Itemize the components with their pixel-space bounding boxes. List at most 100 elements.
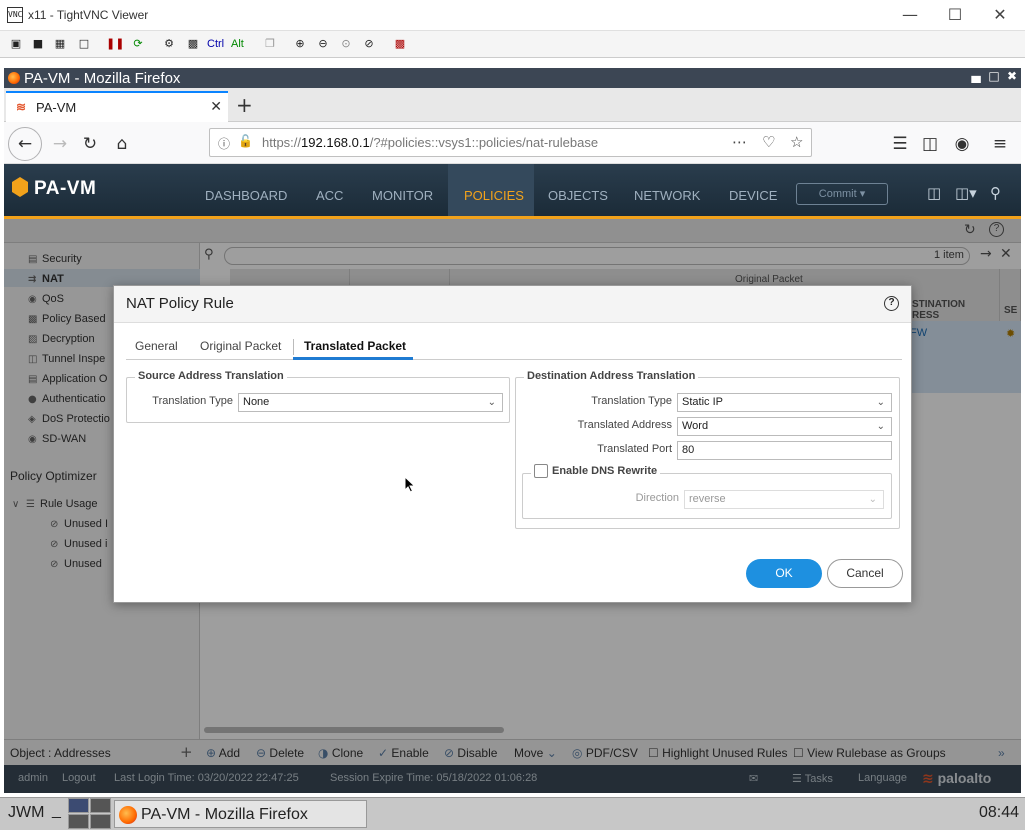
page-actions-icon[interactable]: ⋯ [732,133,747,151]
firefox-titlebar: PA-VM - Mozilla Firefox ▄ □ ✖ [4,68,1021,88]
minimize-window-button[interactable]: — [895,4,925,26]
ctrl-key-button[interactable]: Ctrl [207,36,224,52]
firefox-maximize-button[interactable]: □ [986,69,1002,83]
ok-button[interactable]: OK [746,559,822,588]
tab-translated-packet[interactable]: Translated Packet [304,339,406,353]
tab-general[interactable]: General [135,339,178,353]
vnc-app-icon: VNC [7,7,23,23]
insecure-lock-icon[interactable]: 🔓 [238,134,253,148]
pa-logo-icon [12,177,28,197]
tab-separator [293,339,294,355]
taskbar: JWM _ PA-VM - Mozilla Firefox 08:44 [0,797,1025,830]
close-window-button[interactable]: ✕ [985,4,1015,26]
paloalto-favicon-icon: ≋ [16,100,27,114]
url-text: https://192.168.0.1/?#policies::vsys1::p… [262,135,599,150]
taskbar-item-label: PA-VM - Mozilla Firefox [141,806,308,823]
nav-network[interactable]: NETWORK [634,188,700,203]
clock: 08:44 [978,804,1019,821]
dialog-header: NAT Policy Rule ? [114,286,911,323]
sidebar-icon[interactable]: ◫ [916,130,944,158]
pause-icon[interactable]: ❚❚ [106,36,124,52]
new-connection-icon[interactable]: ▣ [7,36,25,52]
workspace-1[interactable] [68,798,89,813]
maximize-window-button[interactable]: ☐ [940,4,970,26]
workspace-2[interactable] [90,798,111,813]
translated-port-label: Translated Port [597,443,672,455]
taskbar-firefox-item[interactable]: PA-VM - Mozilla Firefox [114,800,367,828]
save-icon[interactable]: ■ [29,36,47,52]
show-desktop-button[interactable]: _ [52,802,61,820]
help-icon[interactable]: ? [884,296,899,311]
ctrl-alt-del-icon[interactable]: ⚙ [160,36,178,52]
reload-button[interactable]: ↻ [76,130,104,158]
zoom-in-icon[interactable]: ⊕ [291,36,309,52]
chevron-down-icon: ⌄ [876,421,885,432]
dns-rewrite-group: Enable DNS Rewrite Direction reverse ⌄ [522,464,892,519]
source-translation-type-select[interactable]: None ⌄ [238,393,503,412]
menu-icon[interactable]: ≡ [986,130,1014,158]
commit-button[interactable]: Commit ▾ [796,183,888,205]
destination-translation-type-value: Static IP [682,396,723,408]
enable-dns-rewrite-checkbox[interactable] [534,464,548,478]
nav-policies[interactable]: POLICIES [464,188,524,203]
clipboard-icon[interactable]: ❐ [261,36,279,52]
alt-key-button[interactable]: Alt [231,36,244,52]
nav-dashboard[interactable]: DASHBOARD [205,188,287,203]
firefox-minimize-button[interactable]: ▄ [968,69,984,83]
new-tab-button[interactable]: + [236,93,253,117]
nav-acc[interactable]: ACC [316,188,343,203]
destination-translation-type-select[interactable]: Static IP ⌄ [677,393,892,412]
mouse-cursor-icon [404,476,416,493]
cancel-button[interactable]: Cancel [827,559,903,588]
workspace-3[interactable] [68,814,89,829]
close-tab-icon[interactable]: ✕ [210,99,222,115]
zoom-fit-icon[interactable]: ⊘ [360,36,378,52]
tab-original-packet[interactable]: Original Packet [200,339,281,353]
destination-address-translation-group: Destination Address Translation Translat… [515,370,900,529]
info-icon[interactable]: □ [75,36,93,52]
translated-address-select[interactable]: Word ⌄ [677,417,892,436]
refresh-icon[interactable]: ⟳ [129,36,147,52]
options-icon[interactable]: ▦ [51,36,69,52]
pocket-icon[interactable]: ♡ [762,133,775,151]
save-config-icon[interactable]: ◫▾ [955,184,977,202]
bookmark-star-icon[interactable]: ☆ [790,133,803,151]
firefox-navbar: ← → ↻ ⌂ ⓘ 🔓 https://192.168.0.1/?#polici… [4,122,1021,164]
dns-rewrite-legend: Enable DNS Rewrite [531,464,661,478]
translated-port-input[interactable]: 80 [677,441,892,460]
firefox-close-button[interactable]: ✖ [1004,69,1020,83]
site-info-icon[interactable]: ⓘ [218,135,230,152]
direction-value: reverse [689,493,726,505]
account-icon[interactable]: ◉ [948,130,976,158]
direction-select[interactable]: reverse ⌄ [684,490,884,509]
zoom-out-icon[interactable]: ⊖ [314,36,332,52]
zoom-100-icon[interactable]: ⊙ [337,36,355,52]
destination-translation-type-label: Translation Type [591,395,672,407]
search-icon[interactable]: ⚲ [990,184,1001,202]
fullscreen-icon[interactable]: ▩ [391,36,409,52]
dialog-tabs: General Original Packet Translated Packe… [126,336,902,360]
back-button[interactable]: ← [8,127,42,161]
nav-objects[interactable]: OBJECTS [548,188,608,203]
translated-port-value: 80 [682,444,695,456]
start-menu-button[interactable]: JWM [8,804,44,822]
home-button[interactable]: ⌂ [108,130,136,158]
workspace-4[interactable] [90,814,111,829]
source-translation-type-label: Translation Type [152,395,233,407]
config-lock-icon[interactable]: ◫ [927,184,941,202]
nav-device[interactable]: DEVICE [729,188,777,203]
source-translation-type-value: None [243,396,270,408]
url-bar[interactable]: ⓘ 🔓 https://192.168.0.1/?#policies::vsys… [209,128,812,157]
win-key-icon[interactable]: ▩ [184,36,202,52]
browser-tab-title: PA-VM [36,100,77,115]
vnc-toolbar: ▣ ■ ▦ □ ❚❚ ⟳ ⚙ ▩ Ctrl Alt ❐ ⊕ ⊖ ⊙ ⊘ ▩ [0,31,1025,58]
nav-monitor[interactable]: MONITOR [372,188,433,203]
translated-address-value: Word [682,420,709,432]
workspace-pager[interactable] [68,798,112,830]
pa-logo: PA-VM [12,177,96,200]
firefox-tabstrip: ≋ PA-VM ✕ + [4,88,1021,122]
destination-translation-legend: Destination Address Translation [524,370,699,382]
library-icon[interactable]: ☰ [886,130,914,158]
forward-button[interactable]: → [46,130,74,158]
browser-tab[interactable]: ≋ PA-VM ✕ [6,91,228,122]
